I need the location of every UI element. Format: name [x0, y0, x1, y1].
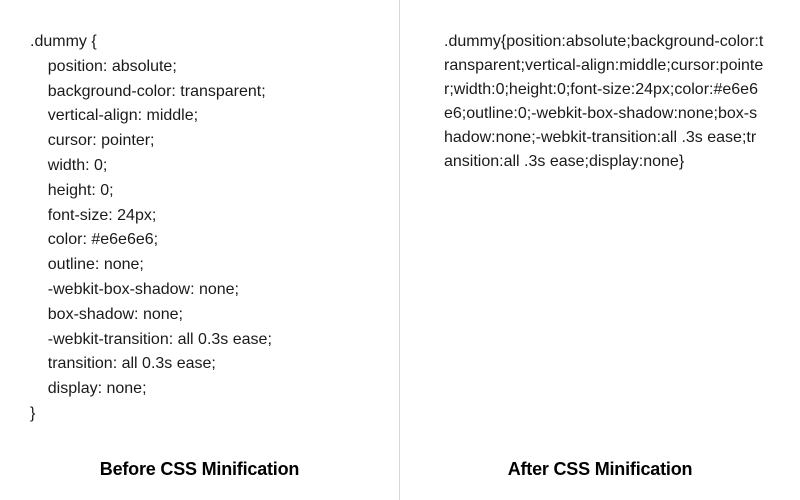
before-caption: Before CSS Minification [30, 459, 369, 480]
after-caption: After CSS Minification [430, 459, 770, 480]
before-panel: .dummy { position: absolute; background-… [0, 0, 400, 500]
before-code-block: .dummy { position: absolute; background-… [30, 30, 369, 443]
after-panel: .dummy{position:absolute;background-colo… [400, 0, 800, 500]
after-code-block: .dummy{position:absolute;background-colo… [430, 30, 770, 443]
